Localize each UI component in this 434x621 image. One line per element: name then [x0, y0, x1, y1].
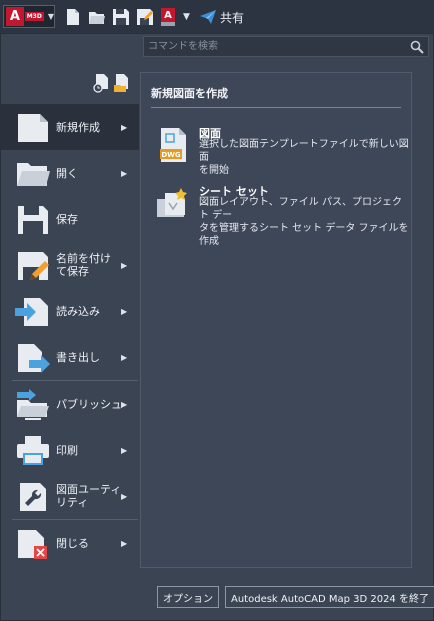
open-folder-icon	[17, 163, 50, 186]
menu-item-save-as[interactable]: 名前を付け て保存 ▶	[0, 242, 139, 288]
printer-icon	[17, 436, 49, 465]
panel-title: 新規図面を作成	[151, 87, 228, 100]
wrench-icon	[20, 483, 46, 511]
menu-item-drawing-utilities[interactable]: 図面ユーティ リティ ▶	[0, 473, 139, 519]
chevron-right-icon: ▶	[121, 491, 128, 501]
chevron-right-icon: ▶	[121, 168, 128, 178]
menu-item-label: 図面ユーティ リティ	[56, 483, 121, 509]
sheet-set-entry[interactable]: シート セット 図面レイアウト、ファイル パス、プロジェクト デー タを管理する…	[155, 183, 409, 247]
menu-item-label: 閉じる	[56, 536, 89, 550]
desc-line-1: 図面レイアウト、ファイル パス、プロジェクト デー	[199, 197, 402, 221]
command-search[interactable]	[143, 36, 429, 57]
menu-item-publish[interactable]: パブリッシュ ▶	[0, 381, 139, 427]
chevron-right-icon: ▶	[121, 445, 128, 455]
panel-divider	[151, 107, 401, 108]
label-line-2: て保存	[56, 265, 89, 278]
chevron-down-icon: ▼	[47, 12, 54, 21]
close-document-icon	[18, 530, 47, 559]
export-icon	[18, 344, 50, 373]
menu-item-label: パブリッシュ	[56, 397, 122, 411]
import-icon	[15, 298, 48, 326]
menu-item-export[interactable]: 書き出し ▶	[0, 334, 139, 380]
search-icon[interactable]	[410, 40, 424, 54]
exit-button[interactable]: Autodesk AutoCAD Map 3D 2024 を終了	[225, 586, 434, 608]
search-input[interactable]	[144, 37, 406, 56]
menu-item-label: 新規作成	[56, 120, 100, 134]
quick-access-dropdown-icon[interactable]: ▼	[183, 8, 201, 26]
open-documents-icon[interactable]	[113, 73, 129, 93]
save-icon	[18, 206, 48, 234]
lab-logo-text: A	[161, 8, 175, 22]
recent-documents-toggle	[93, 73, 129, 93]
dwg-label: DWG	[161, 151, 181, 159]
autocad-lab-icon[interactable]: A	[161, 8, 177, 26]
autocad-logo-icon: A	[6, 7, 24, 26]
product-tag: M3D	[24, 12, 44, 21]
chevron-right-icon: ▶	[121, 399, 128, 409]
label-line-1: 図面ユーティ	[56, 483, 122, 496]
application-menu: 新規作成 ▶ 開く ▶ 保存 名前を付け て保存 ▶ 読み込み ▶ 書き出し ▶…	[0, 104, 139, 566]
chevron-right-icon: ▶	[121, 260, 128, 270]
menu-item-close[interactable]: 閉じる ▶	[0, 520, 139, 566]
submenu-panel: 新規図面を作成 DWG 図面 選択した図面テンプレートファイルで新しい図面 を開…	[140, 72, 412, 568]
menu-item-open[interactable]: 開く ▶	[0, 150, 139, 196]
chevron-right-icon: ▶	[121, 306, 128, 316]
title-bar: A M3D ▼ A ▼ 共有	[0, 0, 434, 33]
menu-item-label: 読み込み	[56, 304, 100, 318]
open-folder-icon[interactable]	[88, 8, 106, 26]
lab-bar	[161, 22, 175, 26]
footer-buttons: オプション Autodesk AutoCAD Map 3D 2024 を終了	[157, 586, 434, 608]
dwg-file-icon: DWG	[160, 128, 186, 162]
new-drawing-entry[interactable]: DWG 図面 選択した図面テンプレートファイルで新しい図面 を開始	[155, 125, 409, 176]
save-as-icon	[18, 252, 49, 280]
save-as-icon[interactable]	[136, 8, 154, 26]
options-button[interactable]: オプション	[157, 586, 219, 608]
chevron-right-icon: ▶	[121, 122, 128, 132]
menu-item-label: 名前を付け て保存	[56, 252, 111, 278]
desc-line-2: タを管理するシート セット データ ファイルを作成	[199, 223, 409, 247]
label-line-2: リティ	[56, 496, 89, 509]
save-icon[interactable]	[112, 8, 130, 26]
menu-item-label: 保存	[56, 212, 78, 226]
chevron-right-icon: ▶	[121, 352, 128, 362]
menu-item-import[interactable]: 読み込み ▶	[0, 288, 139, 334]
entry-description: 図面レイアウト、ファイル パス、プロジェクト デー タを管理するシート セット …	[199, 196, 409, 248]
menu-item-label: 印刷	[56, 443, 78, 457]
menu-item-print[interactable]: 印刷 ▶	[0, 427, 139, 473]
recent-documents-icon[interactable]	[93, 73, 109, 93]
chevron-right-icon: ▶	[121, 538, 128, 548]
share-button[interactable]: 共有	[200, 7, 244, 27]
application-menu-button[interactable]: A M3D ▼	[3, 5, 55, 28]
desc-line-2: を開始	[199, 165, 229, 176]
publish-icon	[17, 389, 49, 420]
label-line-1: 名前を付け	[56, 252, 111, 265]
menu-item-save[interactable]: 保存	[0, 196, 139, 242]
share-label: 共有	[220, 10, 245, 25]
menu-item-label: 開く	[56, 166, 78, 180]
entry-description: 選択した図面テンプレートファイルで新しい図面 を開始	[199, 138, 409, 177]
new-file-icon[interactable]	[64, 8, 82, 26]
menu-item-label: 書き出し	[56, 350, 100, 364]
menu-item-new[interactable]: 新規作成 ▶	[0, 104, 139, 150]
new-document-icon	[18, 114, 48, 142]
sheet-set-icon	[157, 188, 187, 217]
desc-line-1: 選択した図面テンプレートファイルで新しい図面	[199, 139, 409, 163]
send-icon	[200, 10, 216, 24]
